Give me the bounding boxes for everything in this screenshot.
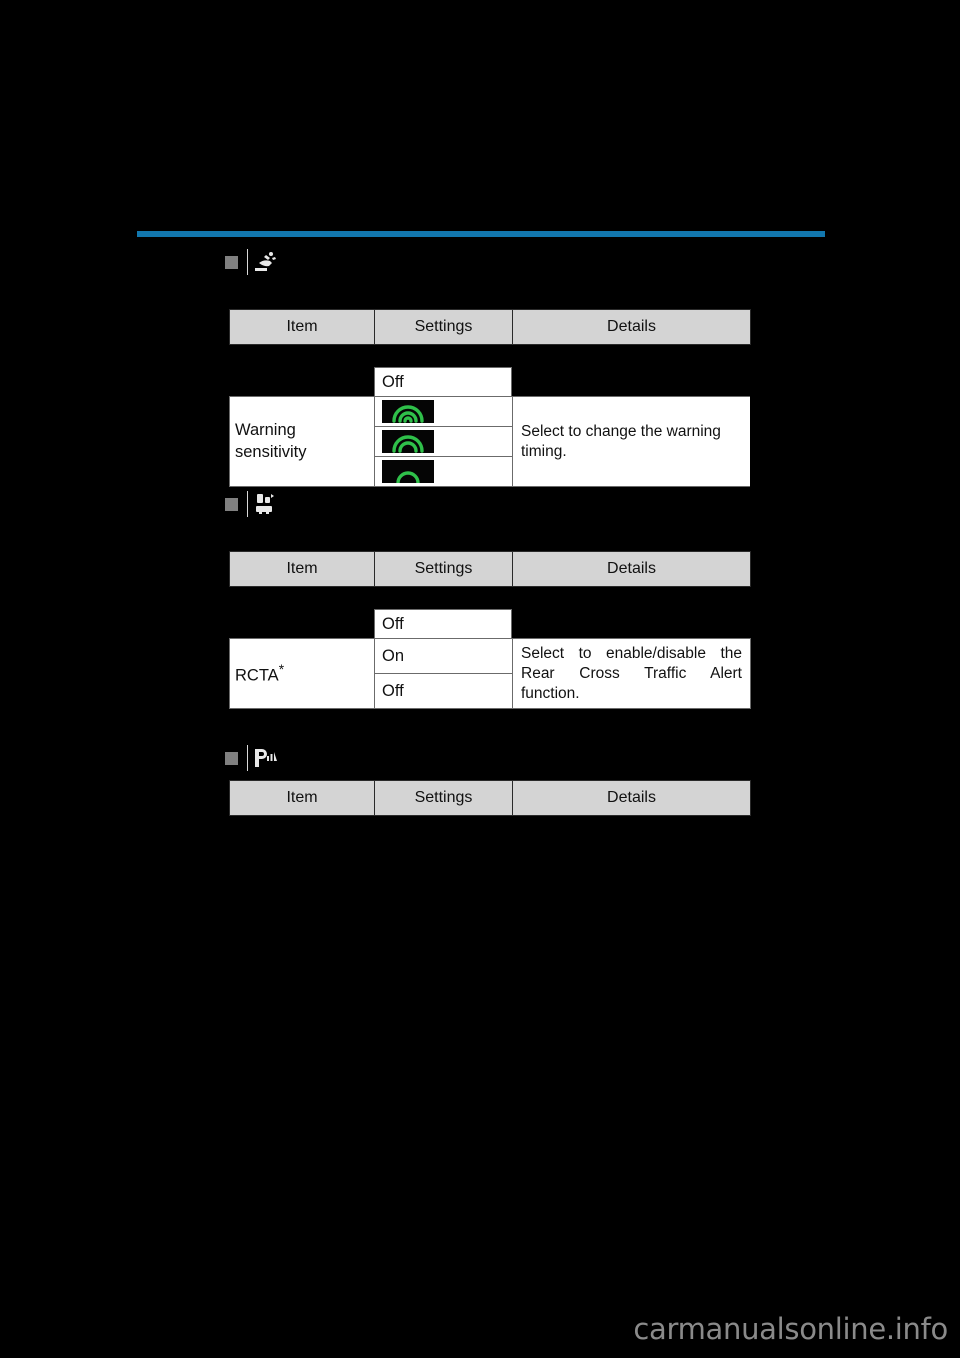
row-item-rcta: RCTA* (229, 637, 375, 710)
setting-option-sensitivity-mid[interactable] (374, 426, 513, 457)
settings-table-header-rcta: Item Settings Details (229, 550, 751, 588)
watermark: carmanualsonline.info (633, 1312, 948, 1346)
wave-3-arcs-icon (382, 400, 434, 423)
column-header-settings: Settings (374, 550, 513, 588)
wave-2-arcs-icon (382, 430, 434, 453)
row-item-rcta-label: RCTA (235, 666, 279, 685)
rear-cross-traffic-alert-icon (247, 491, 277, 517)
table-row: RCTA* On Select to enable/disable the Re… (229, 637, 751, 710)
blind-spot-monitor-icon (247, 249, 277, 275)
setting-option-sensitivity-low[interactable] (374, 456, 513, 487)
column-header-details: Details (512, 550, 751, 588)
header-rule (137, 231, 825, 237)
floating-setting-off-bsm[interactable]: Off (374, 367, 512, 397)
column-header-item: Item (229, 779, 375, 817)
section-heading-parking-assist (225, 745, 277, 771)
settings-table-header-bsm: Item Settings Details (229, 308, 751, 346)
section-heading-rear-cross-traffic-alert (225, 491, 277, 517)
table-header-row: Item Settings Details (229, 779, 751, 817)
setting-option-rcta-off[interactable]: Off (374, 673, 513, 710)
section-bullet-icon (225, 751, 238, 765)
section-bullet-icon (225, 497, 238, 511)
column-header-settings: Settings (374, 779, 513, 817)
table-header-row: Item Settings Details (229, 550, 751, 588)
column-header-settings: Settings (374, 308, 513, 346)
floating-setting-off-rcta[interactable]: Off (374, 609, 512, 639)
row-details-rcta: Select to enable/disable the Rear Cross … (512, 637, 751, 710)
manual-page: Off Item Settings Details Warning sensit… (0, 0, 960, 1358)
settings-table-body-bsm: Warning sensitivity Select to change the… (229, 396, 750, 487)
wave-1-arc-icon (382, 460, 434, 483)
section-heading-blind-spot-monitor (225, 249, 277, 275)
section-bullet-icon (225, 255, 238, 269)
row-item-warning-sensitivity: Warning sensitivity (229, 396, 375, 487)
table-header-row: Item Settings Details (229, 308, 751, 346)
column-header-item: Item (229, 308, 375, 346)
parking-assist-icon (247, 745, 277, 771)
column-header-details: Details (512, 779, 751, 817)
row-details-warning-sensitivity: Select to change the warning timing. (512, 396, 750, 487)
column-header-item: Item (229, 550, 375, 588)
column-header-details: Details (512, 308, 751, 346)
table-row: Warning sensitivity Select to change the… (229, 396, 750, 487)
settings-table-body-bsm-clip: Warning sensitivity Select to change the… (229, 396, 750, 487)
setting-option-rcta-on[interactable]: On (374, 637, 513, 675)
settings-table-body-rcta: RCTA* On Select to enable/disable the Re… (229, 637, 751, 710)
footnote-marker: * (278, 661, 285, 677)
setting-option-sensitivity-high[interactable] (374, 396, 513, 427)
settings-table-header-parking-assist: Item Settings Details (229, 779, 751, 817)
